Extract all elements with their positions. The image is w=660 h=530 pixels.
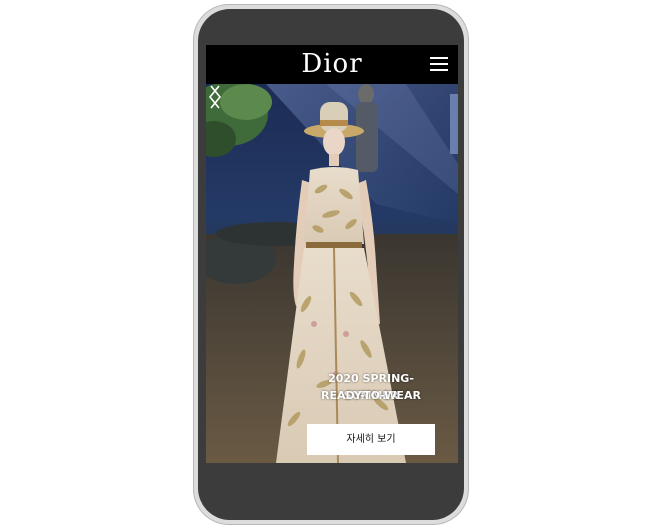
view-more-button[interactable]: 자세히 보기 [307, 424, 435, 455]
hamburger-menu-icon[interactable] [430, 57, 448, 71]
chevron-right-icon[interactable] [206, 84, 224, 110]
mobile-screen: Dior 2020 SPRING-SUMMER READY-TO-WEAR 자세… [206, 45, 458, 463]
hero-slide[interactable]: 2020 SPRING-SUMMER READY-TO-WEAR 자세히 보기 [206, 84, 458, 463]
top-header: Dior [206, 45, 458, 84]
hero-image [206, 84, 458, 463]
hero-title-line2: READY-TO-WEAR [321, 389, 421, 402]
brand-logo[interactable]: Dior [206, 47, 458, 81]
